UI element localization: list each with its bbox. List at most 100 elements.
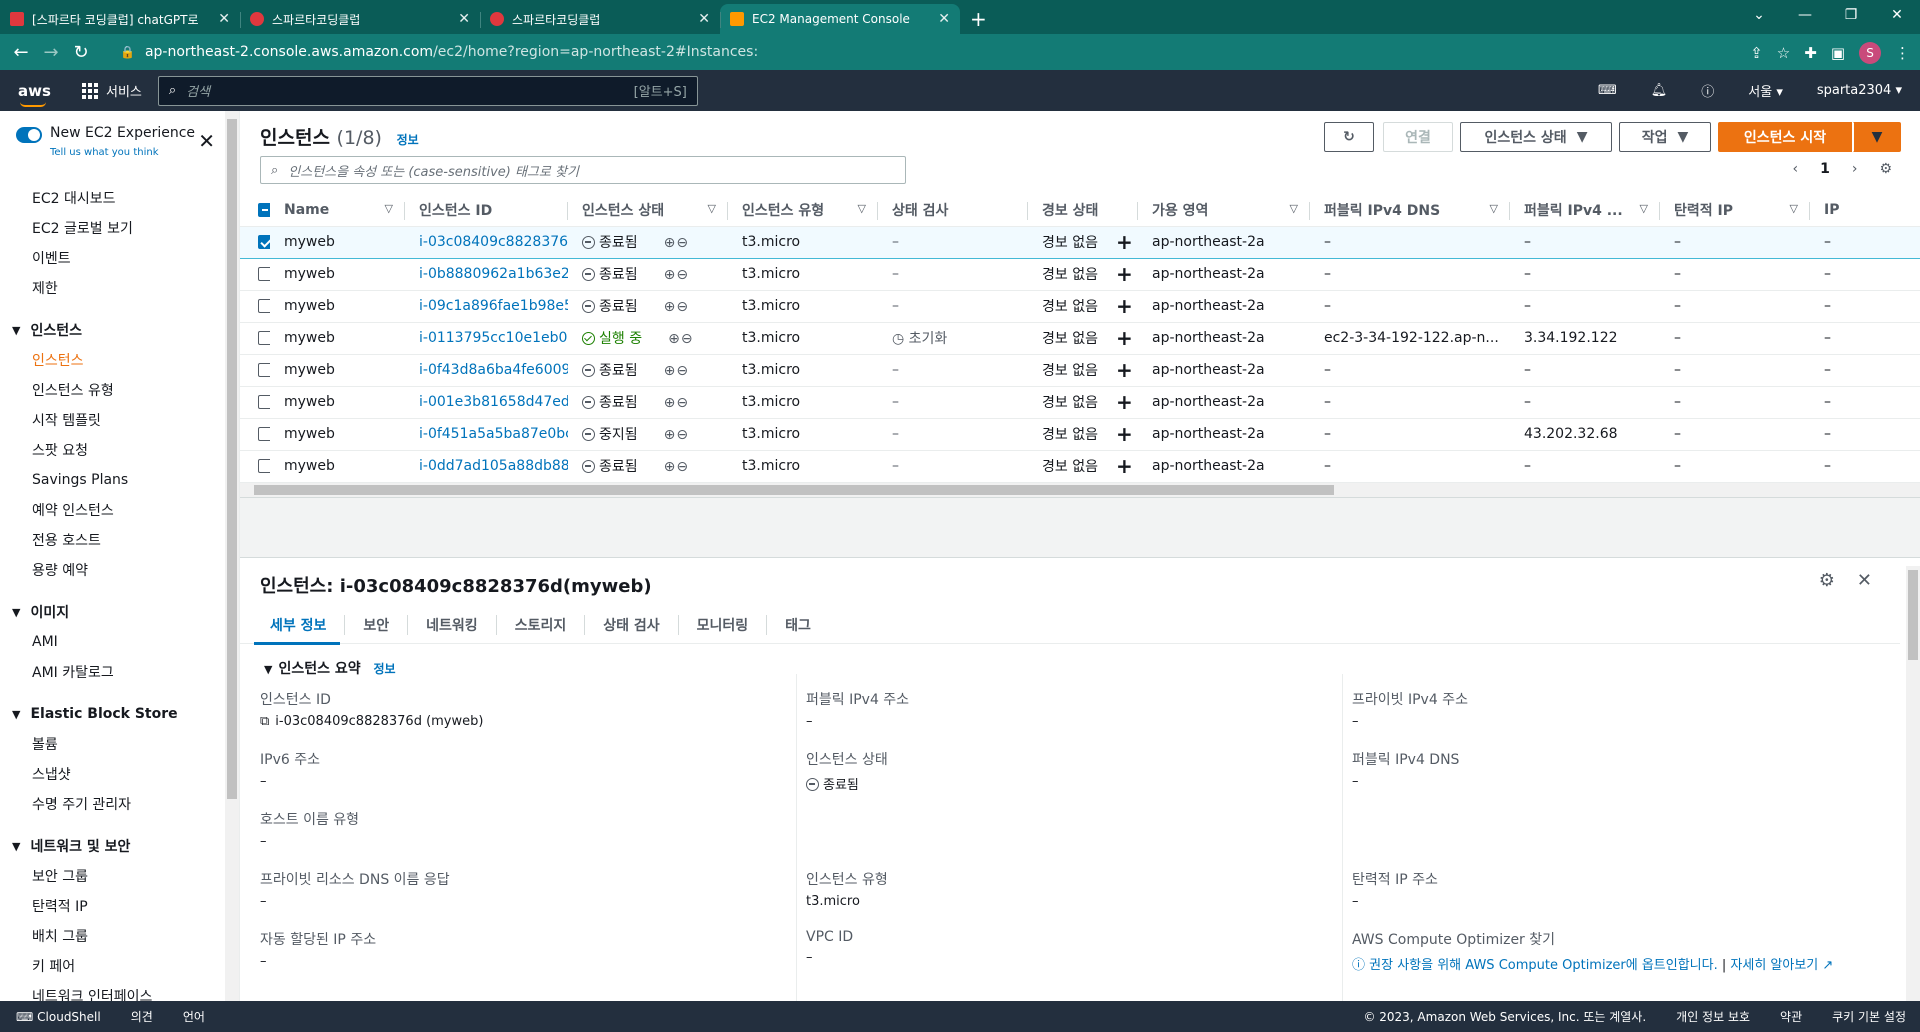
row-checkbox[interactable] xyxy=(258,427,270,441)
tab-status-checks[interactable]: 상태 검사 xyxy=(584,614,677,635)
sidepanel-icon[interactable]: ▣ xyxy=(1831,44,1845,62)
actions-button[interactable]: 작업 ▼ xyxy=(1619,122,1711,152)
refresh-button[interactable]: ↻ xyxy=(1324,122,1374,152)
sidebar-item-instances[interactable]: 인스턴스 xyxy=(0,345,239,375)
reload-icon[interactable]: ↻ xyxy=(66,42,96,63)
sidebar-item-security-groups[interactable]: 보안 그룹 xyxy=(0,861,239,891)
close-tab-icon[interactable]: ✕ xyxy=(698,11,710,27)
column-header[interactable]: Name ▽ xyxy=(270,194,405,227)
minimize-icon[interactable]: — xyxy=(1782,7,1828,23)
optimizer-optin-link[interactable]: 권장 사항을 위해 AWS Compute Optimizer에 옵트인합니다. xyxy=(1369,958,1718,973)
sidebar-item-savings-plans[interactable]: Savings Plans xyxy=(0,465,239,495)
browser-tab-active[interactable]: EC2 Management Console ✕ xyxy=(720,4,960,34)
column-header[interactable]: 인스턴스 상태 ▽ xyxy=(568,194,728,227)
instance-id-link[interactable]: i-001e3b81658d47ed5 xyxy=(419,394,568,410)
scroll-thumb[interactable] xyxy=(254,485,1334,495)
instance-state-button[interactable]: 인스턴스 상태 ▼ xyxy=(1460,122,1612,152)
back-icon[interactable]: ← xyxy=(6,42,36,63)
panel-settings-gear-icon[interactable]: ⚙ xyxy=(1819,570,1835,591)
launch-instance-button[interactable]: 인스턴스 시작 xyxy=(1718,122,1852,152)
close-tab-icon[interactable]: ✕ xyxy=(458,11,470,27)
sidebar-group-ebs[interactable]: ▼ Elastic Block Store xyxy=(0,699,239,729)
column-header[interactable]: 인스턴스 유형 ▽ xyxy=(728,194,878,227)
sidebar-item-network-interfaces[interactable]: 네트워크 인터페이스 xyxy=(0,981,239,1001)
row-checkbox[interactable] xyxy=(258,459,270,473)
column-header[interactable]: 퍼블릭 IPv4 DNS ▽ xyxy=(1310,194,1510,227)
column-header[interactable]: IP xyxy=(1810,194,1920,227)
row-select-cell[interactable] xyxy=(240,322,270,355)
instance-id-link[interactable]: i-0b8880962a1b63e2f xyxy=(419,266,568,282)
column-header[interactable]: 상태 검사 xyxy=(878,194,1028,227)
add-alarm-icon[interactable]: + xyxy=(1116,358,1133,382)
add-alarm-icon[interactable]: + xyxy=(1116,326,1133,350)
zoom-icons[interactable]: ⊕⊖ xyxy=(664,235,689,251)
sidebar-item-launch-templates[interactable]: 시작 템플릿 xyxy=(0,405,239,435)
browser-tab[interactable]: 스파르타코딩클럽 ✕ xyxy=(240,4,480,34)
terms-link[interactable]: 약관 xyxy=(1780,1008,1802,1025)
scroll-thumb[interactable] xyxy=(1908,570,1918,660)
row-select-cell[interactable] xyxy=(240,450,270,483)
browser-tab[interactable]: [스파르타 코딩클럽] chatGPT로 ✕ xyxy=(0,4,240,34)
sidebar-item-spot-requests[interactable]: 스팟 요청 xyxy=(0,435,239,465)
sidebar-item-placement[interactable]: 배치 그룹 xyxy=(0,921,239,951)
row-checkbox[interactable] xyxy=(258,331,270,345)
add-alarm-icon[interactable]: + xyxy=(1116,262,1133,286)
zoom-icons[interactable]: ⊕⊖ xyxy=(664,395,689,411)
account-menu[interactable]: sparta2304 ▾ xyxy=(1817,83,1902,98)
row-select-cell[interactable] xyxy=(240,386,270,419)
close-tab-icon[interactable]: ✕ xyxy=(218,11,230,27)
url-field[interactable]: 🔒 ap-northeast-2.console.aws.amazon.com /… xyxy=(108,38,1858,66)
next-page-icon[interactable]: › xyxy=(1852,161,1858,177)
aws-logo[interactable]: aws xyxy=(18,82,68,107)
instance-id-link[interactable]: i-0dd7ad105a88db889 xyxy=(419,458,568,474)
region-selector[interactable]: 서울 ▾ xyxy=(1748,81,1783,100)
column-header[interactable]: 인스턴스 ID xyxy=(405,194,568,227)
cookie-preferences-link[interactable]: 쿠키 기본 설정 xyxy=(1832,1008,1906,1025)
select-all-header[interactable] xyxy=(240,194,270,227)
row-select-cell[interactable] xyxy=(240,258,270,291)
forward-icon[interactable]: → xyxy=(36,42,66,63)
column-header[interactable]: 가용 영역 ▽ xyxy=(1138,194,1310,227)
close-panel-icon[interactable]: ✕ xyxy=(1857,570,1872,591)
select-all-checkbox[interactable] xyxy=(258,202,270,217)
sidebar-item-snapshots[interactable]: 스냅샷 xyxy=(0,759,239,789)
help-icon[interactable]: ⓘ xyxy=(1701,81,1714,100)
copy-icon[interactable]: ⧉ xyxy=(260,714,269,729)
zoom-icons[interactable]: ⊕⊖ xyxy=(664,459,689,475)
cloudshell-icon[interactable]: ⌨ xyxy=(1598,83,1617,98)
instance-id-link[interactable]: i-0f43d8a6ba4fe6009 xyxy=(419,362,568,378)
add-alarm-icon[interactable]: + xyxy=(1116,294,1133,318)
sidebar-item-dedicated-hosts[interactable]: 전용 호스트 xyxy=(0,525,239,555)
sidebar-group-network[interactable]: ▼ 네트워크 및 보안 xyxy=(0,831,239,861)
sort-icon[interactable]: ▽ xyxy=(1790,202,1798,215)
services-menu[interactable]: 서비스 xyxy=(82,81,142,100)
sidebar-item-dashboard[interactable]: EC2 대시보드 xyxy=(0,183,239,213)
row-select-cell[interactable] xyxy=(240,225,270,259)
table-row[interactable]: myweb i-001e3b81658d47ed5 종료됨 ⊕⊖ t3.micro – 경보… xyxy=(240,386,1920,419)
menu-kebab-icon[interactable]: ⋮ xyxy=(1895,44,1910,62)
page-number[interactable]: 1 xyxy=(1820,161,1830,177)
sidebar-item-elastic-ip[interactable]: 탄력적 IP xyxy=(0,891,239,921)
extensions-icon[interactable]: ✚ xyxy=(1804,44,1817,62)
table-row[interactable]: myweb i-09c1a896fae1b98e5 종료됨 ⊕⊖ t3.micro – 경보… xyxy=(240,290,1920,323)
sort-icon[interactable]: ▽ xyxy=(1640,202,1648,215)
feedback-link[interactable]: 의견 xyxy=(131,1008,153,1025)
add-alarm-icon[interactable]: + xyxy=(1116,454,1133,478)
sidebar-item-ami-catalog[interactable]: AMI 카탈로그 xyxy=(0,657,239,687)
sidebar-group-images[interactable]: ▼ 이미지 xyxy=(0,597,239,627)
add-alarm-icon[interactable]: + xyxy=(1116,422,1133,446)
feedback-link[interactable]: Tell us what you think xyxy=(50,147,159,158)
sidebar-item-volumes[interactable]: 볼륨 xyxy=(0,729,239,759)
sidebar-item-ami[interactable]: AMI xyxy=(0,627,239,657)
sort-icon[interactable]: ▽ xyxy=(1490,202,1498,215)
instance-id-link[interactable]: i-09c1a896fae1b98e5 xyxy=(419,298,568,314)
sort-icon[interactable]: ▽ xyxy=(1290,202,1298,215)
close-tab-icon[interactable]: ✕ xyxy=(938,11,950,27)
tab-search-icon[interactable]: ⌄ xyxy=(1736,7,1782,23)
learn-more-link[interactable]: 자세히 알아보기 xyxy=(1730,958,1818,973)
instance-id-link[interactable]: i-0113795cc10e1eb08 xyxy=(419,330,568,346)
tab-details[interactable]: 세부 정보 xyxy=(252,615,344,635)
row-checkbox[interactable] xyxy=(258,395,270,409)
instance-id-link[interactable]: i-0f451a5a5ba87e0bc xyxy=(419,426,568,442)
zoom-icons[interactable]: ⊕⊖ xyxy=(664,267,689,283)
